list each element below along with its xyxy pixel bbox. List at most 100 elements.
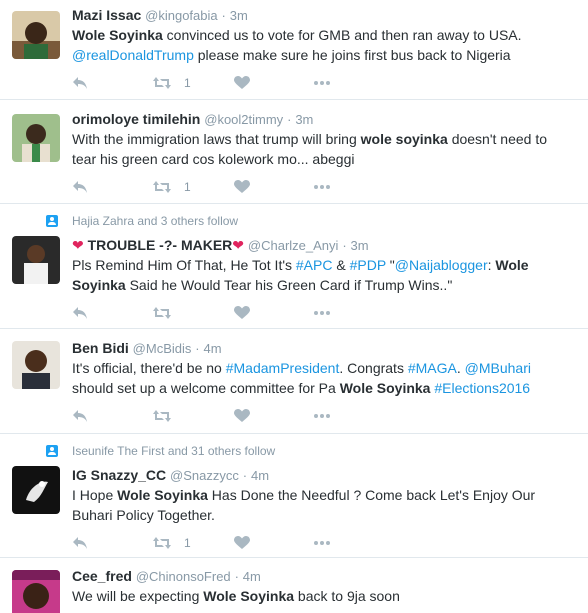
timestamp[interactable]: 4m xyxy=(243,569,261,584)
timestamp[interactable]: 4m xyxy=(204,341,222,356)
tweet[interactable]: orimoloye timilehin @kool2timmy · 3m Wit… xyxy=(0,100,588,204)
reply-button[interactable] xyxy=(72,303,88,323)
username[interactable]: @McBidis xyxy=(133,341,192,356)
highlighted-keyword: wole soyinka xyxy=(360,131,448,147)
reply-icon xyxy=(72,306,88,320)
display-name[interactable]: TROUBLE -?- MAKER xyxy=(88,237,233,253)
tweet[interactable]: Hajia Zahra and 3 others follow ❤ TROUBL… xyxy=(0,204,588,329)
timestamp[interactable]: 4m xyxy=(251,468,269,483)
heart-icon xyxy=(234,536,250,550)
display-name[interactable]: IG Snazzy_CC xyxy=(72,467,166,483)
reply-button[interactable] xyxy=(72,73,88,93)
social-context[interactable]: Iseunife The First and 31 others follow xyxy=(46,442,578,460)
display-name[interactable]: orimoloye timilehin xyxy=(72,111,200,127)
timestamp[interactable]: 3m xyxy=(351,238,369,253)
like-button[interactable] xyxy=(234,177,250,197)
display-name[interactable]: Cee_fred xyxy=(72,568,132,584)
reply-icon xyxy=(72,180,88,194)
like-button[interactable] xyxy=(234,533,250,553)
text-segment: We will be expecting xyxy=(72,588,204,604)
more-button[interactable] xyxy=(314,406,330,426)
more-button[interactable] xyxy=(314,177,330,197)
separator: · xyxy=(342,238,347,253)
retweet-icon xyxy=(152,536,172,550)
reply-icon xyxy=(72,76,88,90)
highlighted-keyword: Wole Soyinka xyxy=(72,27,163,43)
highlighted-keyword: Wole Soyinka xyxy=(339,380,431,396)
text-segment: I Hope xyxy=(72,487,118,503)
display-name[interactable]: Ben Bidi xyxy=(72,340,129,356)
tweet-text-line: @realDonaldTrump please make sure he joi… xyxy=(72,45,578,65)
hashtag-link[interactable]: #Elections2016 xyxy=(434,380,530,396)
text-segment: . Congrats xyxy=(339,360,408,376)
mention-link[interactable]: @Naijablogger xyxy=(395,257,488,273)
more-button[interactable] xyxy=(314,73,330,93)
hashtag-link[interactable]: #PDP xyxy=(350,257,386,273)
text-segment: With the immigration laws that trump wil… xyxy=(72,131,361,147)
text-segment: Pls Remind Him Of That, He Tot It's xyxy=(72,257,296,273)
avatar[interactable] xyxy=(12,341,60,389)
retweet-button[interactable]: 1 xyxy=(152,533,191,553)
avatar[interactable] xyxy=(12,11,60,59)
tweet-actions xyxy=(72,398,578,434)
mention-link[interactable]: @MBuhari xyxy=(465,360,531,376)
retweet-button[interactable]: 1 xyxy=(152,177,191,197)
tweet-text: We will be expecting Wole Soyinka back t… xyxy=(72,586,578,606)
hashtag-link[interactable]: #APC xyxy=(296,257,333,273)
retweet-button[interactable]: 1 xyxy=(152,73,191,93)
tweet-text-line: With the immigration laws that trump wil… xyxy=(72,129,578,149)
separator: · xyxy=(195,341,200,356)
like-button[interactable] xyxy=(234,406,250,426)
reply-button[interactable] xyxy=(72,406,88,426)
avatar[interactable] xyxy=(12,570,60,613)
timestamp[interactable]: 3m xyxy=(295,112,313,127)
more-dots-icon xyxy=(314,81,330,85)
more-dots-icon xyxy=(314,311,330,315)
retweet-button[interactable] xyxy=(152,303,184,323)
username[interactable]: @Snazzycc xyxy=(170,468,239,483)
more-dots-icon xyxy=(314,414,330,418)
avatar[interactable] xyxy=(12,236,60,284)
text-segment: " xyxy=(385,257,395,273)
tweet-header: Ben Bidi @McBidis · 4m xyxy=(72,338,578,358)
retweet-icon xyxy=(152,306,172,320)
mention-link[interactable]: @realDonaldTrump xyxy=(72,47,194,63)
reply-button[interactable] xyxy=(72,177,88,197)
social-context-text: Hajia Zahra and 3 others follow xyxy=(72,214,239,228)
more-button[interactable] xyxy=(314,303,330,323)
timestamp[interactable]: 3m xyxy=(230,8,248,23)
reply-icon xyxy=(72,409,88,423)
avatar[interactable] xyxy=(12,466,60,514)
username[interactable]: @ChinonsoFred xyxy=(136,569,231,584)
tweet-actions xyxy=(72,295,578,331)
red-heart-emoji: ❤ xyxy=(232,237,245,253)
tweet-header: orimoloye timilehin @kool2timmy · 3m xyxy=(72,109,578,129)
tweet[interactable]: Iseunife The First and 31 others follow … xyxy=(0,434,588,558)
separator: · xyxy=(221,8,226,23)
display-name[interactable]: Mazi Issac xyxy=(72,7,141,23)
tweet-text-line: We will be expecting Wole Soyinka back t… xyxy=(72,586,578,606)
more-button[interactable] xyxy=(314,533,330,553)
tweet-text-line: Buhari Policy Together. xyxy=(72,505,578,525)
tweet[interactable]: Mazi Issac @kingofabia · 3m Wole Soyinka… xyxy=(0,0,588,100)
more-dots-icon xyxy=(314,541,330,545)
social-context[interactable]: Hajia Zahra and 3 others follow xyxy=(46,212,578,230)
heart-icon xyxy=(234,409,250,423)
username[interactable]: @Charlze_Anyi xyxy=(248,238,339,253)
reply-button[interactable] xyxy=(72,533,88,553)
hashtag-link[interactable]: #MAGA xyxy=(408,360,457,376)
retweet-button[interactable] xyxy=(152,406,184,426)
tweet[interactable]: Cee_fred @ChinonsoFred · 4m We will be e… xyxy=(0,558,588,613)
tweet-text: Pls Remind Him Of That, He Tot It's #APC… xyxy=(72,255,578,295)
avatar[interactable] xyxy=(12,114,60,162)
hashtag-link[interactable]: #MadamPresident xyxy=(226,360,340,376)
tweet-text-line: Soyinka Said he Would Tear his Green Car… xyxy=(72,275,578,295)
text-segment: doesn't need to xyxy=(447,131,548,147)
like-button[interactable] xyxy=(234,73,250,93)
text-segment: convinced us to vote for GMB and then ra… xyxy=(162,27,522,43)
tweet[interactable]: Ben Bidi @McBidis · 4m It's official, th… xyxy=(0,329,588,434)
text-segment: should set up a welcome committee for Pa xyxy=(72,380,340,396)
like-button[interactable] xyxy=(234,303,250,323)
username[interactable]: @kingofabia xyxy=(145,8,217,23)
username[interactable]: @kool2timmy xyxy=(204,112,283,127)
